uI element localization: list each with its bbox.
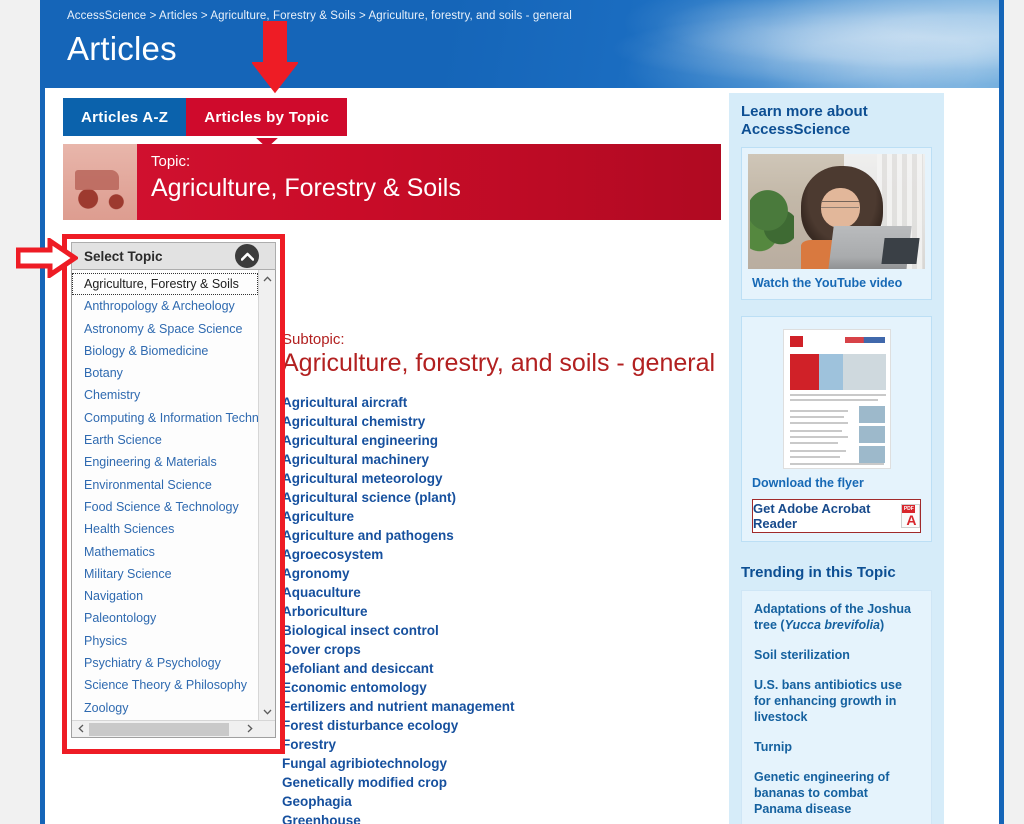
article-link[interactable]: Defoliant and desiccant: [282, 659, 712, 678]
trending-item[interactable]: Genetic engineering of bananas to combat…: [754, 769, 919, 817]
trending-title: Trending in this Topic: [741, 564, 896, 581]
trending-item[interactable]: Adaptations of the Joshua tree (Yucca br…: [754, 601, 919, 633]
article-link[interactable]: Fungal agribiotechnology: [282, 754, 712, 773]
tab-bar: Articles A-Z Articles by Topic: [63, 98, 348, 136]
dropdown-vertical-scrollbar[interactable]: [258, 270, 275, 720]
flyer-card[interactable]: Download the flyer Get Adobe Acrobat Rea…: [741, 316, 932, 542]
article-link[interactable]: Genetically modified crop: [282, 773, 712, 792]
topic-text: Topic: Agriculture, Forestry & Soils: [137, 144, 461, 220]
tractor-thumbnail-icon: [63, 144, 137, 220]
dropdown-option[interactable]: Computing & Information Technolog: [72, 407, 258, 429]
horizontal-scroll-thumb[interactable]: [89, 723, 229, 736]
dropdown-option[interactable]: Science Theory & Philosophy: [72, 674, 258, 696]
article-link[interactable]: Cover crops: [282, 640, 712, 659]
trending-item[interactable]: Soil sterilization: [754, 647, 919, 663]
dropdown-option[interactable]: Physics: [72, 630, 258, 652]
select-topic-options[interactable]: Agriculture, Forestry & Soils Anthropolog…: [72, 270, 258, 720]
select-topic-label: Select Topic: [84, 248, 163, 264]
scroll-up-arrow-icon[interactable]: [259, 270, 276, 287]
dropdown-option[interactable]: Chemistry: [72, 384, 258, 406]
dropdown-option[interactable]: Food Science & Technology: [72, 496, 258, 518]
page-header: AccessScience > Articles > Agriculture, …: [45, 0, 999, 88]
tab-articles-a-z[interactable]: Articles A-Z: [63, 98, 187, 136]
tab-underline: [63, 136, 703, 138]
article-link[interactable]: Agricultural science (plant): [282, 488, 712, 507]
select-topic-dropdown[interactable]: Select Topic Agriculture, Forestry & Soi…: [71, 242, 276, 738]
video-card[interactable]: Watch the YouTube video: [741, 147, 932, 300]
pdf-icon: PDF A: [901, 504, 920, 528]
dropdown-option[interactable]: Earth Science: [72, 429, 258, 451]
dropdown-option[interactable]: Zoology: [72, 697, 258, 719]
article-link[interactable]: Forestry: [282, 735, 712, 754]
article-link[interactable]: Aquaculture: [282, 583, 712, 602]
screenshot-root: AccessScience > Articles > Agriculture, …: [0, 0, 1024, 824]
subtopic-label: Subtopic:: [282, 331, 345, 348]
article-link-list: Agricultural aircraft Agricultural chemis…: [282, 393, 712, 824]
dropdown-option[interactable]: Military Science: [72, 563, 258, 585]
sidebar: Learn more about AccessScience Watch the…: [729, 93, 944, 824]
flyer-thumbnail-image[interactable]: [782, 329, 891, 469]
article-link[interactable]: Forest disturbance ecology: [282, 716, 712, 735]
select-topic-listbox[interactable]: Agriculture, Forestry & Soils Anthropolog…: [71, 270, 276, 738]
dropdown-option[interactable]: Agriculture, Forestry & Soils: [72, 273, 258, 296]
article-link[interactable]: Biological insect control: [282, 621, 712, 640]
select-topic-header[interactable]: Select Topic: [71, 242, 276, 270]
scroll-right-arrow-icon[interactable]: [241, 720, 258, 737]
breadcrumb[interactable]: AccessScience > Articles > Agriculture, …: [67, 10, 572, 22]
article-link[interactable]: Geophagia: [282, 792, 712, 811]
article-link[interactable]: Agricultural meteorology: [282, 469, 712, 488]
dropdown-option[interactable]: Anthropology & Archeology: [72, 295, 258, 317]
sidebar-learn-more-title: Learn more about AccessScience: [729, 103, 944, 139]
dropdown-horizontal-scrollbar[interactable]: [72, 720, 275, 737]
scroll-left-arrow-icon[interactable]: [72, 720, 89, 737]
article-link[interactable]: Agricultural engineering: [282, 431, 712, 450]
video-thumbnail-image[interactable]: [748, 154, 925, 269]
topic-label: Topic:: [151, 153, 191, 170]
article-link[interactable]: Greenhouse: [282, 811, 712, 824]
watch-youtube-video-link[interactable]: Watch the YouTube video: [748, 269, 925, 293]
dropdown-option[interactable]: Botany: [72, 362, 258, 384]
dropdown-option[interactable]: Psychiatry & Psychology: [72, 652, 258, 674]
article-link[interactable]: Economic entomology: [282, 678, 712, 697]
acrobat-button-label: Get Adobe Acrobat Reader: [753, 501, 871, 531]
article-link[interactable]: Agricultural chemistry: [282, 412, 712, 431]
page-title: Articles: [67, 30, 177, 67]
trending-list: Adaptations of the Joshua tree (Yucca br…: [741, 590, 932, 824]
article-link[interactable]: Arboriculture: [282, 602, 712, 621]
dropdown-option[interactable]: Environmental Science: [72, 474, 258, 496]
article-link[interactable]: Fertilizers and nutrient management: [282, 697, 712, 716]
subtopic-name: Agriculture, forestry, and soils - gener…: [282, 349, 716, 377]
article-link[interactable]: Agriculture and pathogens: [282, 526, 712, 545]
article-link[interactable]: Agroecosystem: [282, 545, 712, 564]
chevron-up-icon[interactable]: [235, 244, 259, 268]
annotation-arrow-pointing-down: [250, 20, 300, 94]
download-flyer-link[interactable]: Download the flyer: [748, 469, 925, 493]
annotation-arrow-pointing-right: [15, 236, 80, 280]
dropdown-option[interactable]: Astronomy & Space Science: [72, 318, 258, 340]
article-link[interactable]: Agriculture: [282, 507, 712, 526]
dropdown-option[interactable]: Mathematics: [72, 541, 258, 563]
dropdown-option[interactable]: Health Sciences: [72, 518, 258, 540]
tab-articles-by-topic[interactable]: Articles by Topic: [186, 98, 348, 136]
trending-item[interactable]: Turnip: [754, 739, 919, 755]
dropdown-option[interactable]: Navigation: [72, 585, 258, 607]
topic-banner: Topic: Agriculture, Forestry & Soils: [63, 144, 721, 220]
dropdown-option[interactable]: Paleontology: [72, 607, 258, 629]
dropdown-option[interactable]: Engineering & Materials: [72, 451, 258, 473]
article-link[interactable]: Agricultural aircraft: [282, 393, 712, 412]
get-adobe-acrobat-reader-button[interactable]: Get Adobe Acrobat Reader PDF A: [752, 499, 921, 533]
trending-item[interactable]: U.S. bans antibiotics use for enhancing …: [754, 677, 919, 725]
article-link[interactable]: Agricultural machinery: [282, 450, 712, 469]
article-link[interactable]: Agronomy: [282, 564, 712, 583]
scroll-down-arrow-icon[interactable]: [259, 703, 276, 720]
topic-name: Agriculture, Forestry & Soils: [151, 173, 461, 202]
learn-more-line-1: Learn more about: [741, 103, 868, 120]
learn-more-line-2: AccessScience: [741, 121, 851, 138]
dropdown-option[interactable]: Biology & Biomedicine: [72, 340, 258, 362]
